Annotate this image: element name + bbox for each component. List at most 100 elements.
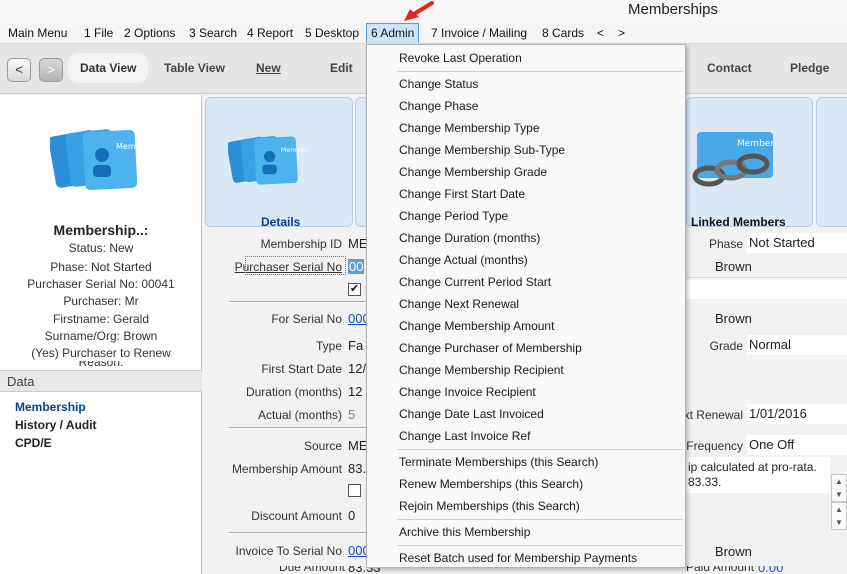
scroll-down-icon[interactable]: ▼ bbox=[832, 488, 846, 501]
menu-revoke-last-operation[interactable]: Revoke Last Operation bbox=[399, 51, 522, 65]
pro-rata-checkbox[interactable] bbox=[348, 484, 361, 497]
label-first-start: First Start Date bbox=[261, 362, 342, 376]
menu-options[interactable]: 2 Options bbox=[124, 26, 175, 40]
menu-change-actual[interactable]: Change Actual (months) bbox=[399, 253, 528, 267]
nav-membership[interactable]: Membership bbox=[15, 400, 86, 414]
menu-cards[interactable]: 8 Cards bbox=[542, 26, 584, 40]
new-button[interactable]: New bbox=[256, 61, 281, 75]
menu-change-membership-type[interactable]: Change Membership Type bbox=[399, 121, 540, 135]
summary-purchaser: Purchaser: Mr bbox=[63, 294, 139, 308]
menu-change-last-invoice-ref[interactable]: Change Last Invoice Ref bbox=[399, 429, 530, 443]
value-first-start[interactable]: 12/ bbox=[348, 361, 366, 376]
summary-status: Status: New bbox=[68, 241, 134, 255]
menu-separator-2 bbox=[397, 449, 683, 450]
second-scrollbar[interactable]: ▲ ▼ bbox=[831, 502, 847, 530]
menu-desktop[interactable]: 5 Desktop bbox=[305, 26, 359, 40]
value-actual: 5 bbox=[348, 407, 356, 422]
label-type: Type bbox=[315, 339, 342, 353]
menu-change-date-last-invoiced[interactable]: Change Date Last Invoiced bbox=[399, 407, 544, 421]
menu-change-membership-amount[interactable]: Change Membership Amount bbox=[399, 319, 554, 333]
menu-scroll-right[interactable]: > bbox=[618, 26, 625, 40]
menu-change-status[interactable]: Change Status bbox=[399, 77, 478, 91]
value-membership-id[interactable]: ME bbox=[348, 236, 368, 251]
details-tile[interactable]: Member Details bbox=[205, 97, 353, 229]
left-summary-panel: Member Membership..: Status: New Phase: … bbox=[0, 95, 202, 574]
data-view-button[interactable]: Data View bbox=[68, 53, 149, 83]
edit-button[interactable]: Edit bbox=[330, 61, 353, 75]
label-for-serial: For Serial No bbox=[271, 312, 342, 326]
notes-line-2: 83.33. bbox=[688, 475, 722, 489]
table-view-button[interactable]: Table View bbox=[164, 61, 225, 75]
scroll-up-icon-2[interactable]: ▲ bbox=[832, 503, 846, 516]
summary-purchaser-serial: Purchaser Serial No: 00041 bbox=[27, 277, 175, 291]
menu-archive-membership[interactable]: Archive this Membership bbox=[399, 525, 530, 539]
svg-text:Member: Member bbox=[737, 139, 774, 149]
menu-search[interactable]: 3 Search bbox=[189, 26, 237, 40]
section-divider-3 bbox=[229, 532, 366, 534]
section-divider bbox=[229, 301, 366, 303]
label-membership-id: Membership ID bbox=[260, 237, 342, 251]
scroll-up-icon[interactable]: ▲ bbox=[832, 475, 846, 488]
notes-scrollbar[interactable]: ▲ ▼ bbox=[831, 474, 847, 502]
back-button[interactable]: < bbox=[7, 58, 31, 82]
menu-change-membership-sub-type[interactable]: Change Membership Sub-Type bbox=[399, 143, 565, 157]
menu-file[interactable]: 1 File bbox=[84, 26, 113, 40]
summary-phase: Phase: Not Started bbox=[50, 260, 152, 274]
menu-main[interactable]: Main Menu bbox=[8, 26, 67, 40]
label-next-renewal: ext Renewal bbox=[676, 408, 743, 422]
value-duration[interactable]: 12 bbox=[348, 384, 362, 399]
menu-change-period-type[interactable]: Change Period Type bbox=[399, 209, 508, 223]
value-purchaser-serial[interactable]: 00 bbox=[348, 259, 365, 274]
value-source[interactable]: ME bbox=[348, 438, 368, 453]
nav-cpd-e[interactable]: CPD/E bbox=[15, 436, 52, 450]
menu-change-duration[interactable]: Change Duration (months) bbox=[399, 231, 540, 245]
menu-invoice-mailing[interactable]: 7 Invoice / Mailing bbox=[431, 26, 527, 40]
menu-change-membership-recipient[interactable]: Change Membership Recipient bbox=[399, 363, 564, 377]
svg-text:Member: Member bbox=[116, 142, 150, 151]
chain-link-icon: Member bbox=[692, 132, 774, 187]
label-invoice-to: Invoice To Serial No bbox=[235, 544, 343, 558]
value-type[interactable]: Fa bbox=[348, 338, 363, 353]
paid-row-clipped: Paid Amount 0.00 bbox=[686, 566, 847, 574]
summary-firstname: Firstname: Gerald bbox=[52, 312, 150, 326]
menu-renew-memberships[interactable]: Renew Memberships (this Search) bbox=[399, 477, 583, 491]
menu-terminate-memberships[interactable]: Terminate Memberships (this Search) bbox=[399, 455, 598, 469]
value-discount-amount[interactable]: 0 bbox=[348, 508, 355, 523]
summary-surname: Surname/Org: Brown bbox=[44, 329, 158, 343]
menu-change-invoice-recipient[interactable]: Change Invoice Recipient bbox=[399, 385, 536, 399]
scroll-down-icon-2[interactable]: ▼ bbox=[832, 516, 846, 529]
menu-reset-batch[interactable]: Reset Batch used for Membership Payments bbox=[399, 551, 637, 565]
menu-change-current-period-start[interactable]: Change Current Period Start bbox=[399, 275, 551, 289]
menu-change-next-renewal[interactable]: Change Next Renewal bbox=[399, 297, 519, 311]
menu-scroll-left[interactable]: < bbox=[597, 26, 604, 40]
linked-members-tile[interactable]: Member Linked Members bbox=[686, 97, 813, 229]
menu-change-first-start-date[interactable]: Change First Start Date bbox=[399, 187, 525, 201]
right-blank-field[interactable] bbox=[686, 280, 847, 299]
next-tile-edge[interactable] bbox=[816, 97, 847, 227]
label-grade: Grade bbox=[709, 339, 743, 353]
value-frequency: One Off bbox=[749, 437, 795, 452]
purchaser-renew-checkbox[interactable]: ✔ bbox=[348, 283, 361, 296]
value-membership-amount[interactable]: 83. bbox=[348, 461, 366, 476]
pledge-button[interactable]: Pledge bbox=[790, 61, 829, 75]
linked-members-label: Linked Members bbox=[691, 215, 786, 229]
contact-button[interactable]: Contact bbox=[707, 61, 752, 75]
menu-change-membership-grade[interactable]: Change Membership Grade bbox=[399, 165, 547, 179]
menu-rejoin-memberships[interactable]: Rejoin Memberships (this Search) bbox=[399, 499, 580, 513]
value-for-surname: Brown bbox=[715, 311, 752, 326]
forward-button[interactable]: > bbox=[39, 58, 63, 82]
label-frequency: Frequency bbox=[686, 439, 743, 453]
menu-change-purchaser[interactable]: Change Purchaser of Membership bbox=[399, 341, 582, 355]
menu-separator-4 bbox=[397, 545, 683, 546]
menu-admin[interactable]: 6 Admin bbox=[366, 23, 420, 43]
menu-report[interactable]: 4 Report bbox=[247, 26, 293, 40]
purchaser-serial-focus bbox=[245, 256, 346, 275]
right-divider bbox=[686, 277, 847, 278]
nav-history-audit[interactable]: History / Audit bbox=[15, 418, 97, 432]
value-phase: Not Started bbox=[749, 235, 815, 250]
menu-separator bbox=[397, 71, 683, 72]
summary-title: Membership..: bbox=[53, 222, 149, 238]
value-invoice-surname: Brown bbox=[715, 544, 752, 559]
menu-change-phase[interactable]: Change Phase bbox=[399, 99, 478, 113]
label-due-amount: Due Amount bbox=[278, 566, 345, 574]
